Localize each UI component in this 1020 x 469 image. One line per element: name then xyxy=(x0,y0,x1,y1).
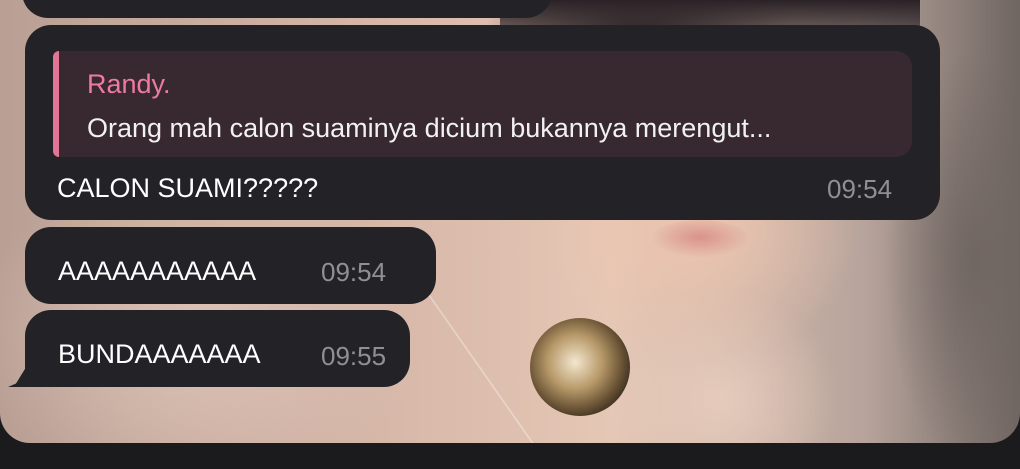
message-text: AAAAAAAAAAA xyxy=(58,256,257,286)
reply-quote-sender: Randy. xyxy=(87,69,171,99)
previous-message-bubble[interactable] xyxy=(22,0,552,18)
message-text: BUNDAAAAAAA xyxy=(58,339,261,369)
message-text: CALON SUAMI????? xyxy=(57,173,319,203)
wallpaper-brooch xyxy=(530,318,630,416)
message-time: 09:54 xyxy=(321,257,387,287)
reply-quote[interactable]: Randy. Orang mah calon suaminya dicium b… xyxy=(53,51,912,157)
wallpaper-lips xyxy=(650,220,750,258)
chat-background: Randy. Orang mah calon suaminya dicium b… xyxy=(0,0,1020,443)
message-bubble[interactable]: AAAAAAAAAAA 09:54 xyxy=(25,227,436,304)
message-bubble[interactable]: BUNDAAAAAAA 09:55 xyxy=(25,310,410,387)
reply-quote-accent-bar xyxy=(53,51,59,157)
message-time: 09:54 xyxy=(827,174,893,204)
message-bubble-reply[interactable]: Randy. Orang mah calon suaminya dicium b… xyxy=(25,25,940,220)
reply-quote-text: Orang mah calon suaminya dicium bukannya… xyxy=(87,113,772,143)
message-time: 09:55 xyxy=(321,341,387,371)
